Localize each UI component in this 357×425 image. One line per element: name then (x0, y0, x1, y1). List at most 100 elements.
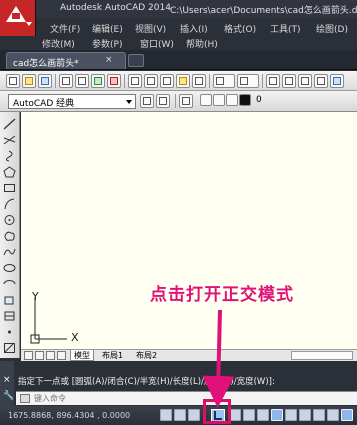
lineweight-icon[interactable] (313, 409, 325, 421)
close-icon[interactable]: × (3, 375, 11, 385)
revision-cloud-icon[interactable] (3, 230, 16, 242)
zoom-window-icon[interactable] (298, 74, 312, 88)
quick-properties-icon[interactable] (341, 409, 353, 421)
print-preview-icon[interactable] (75, 74, 89, 88)
ellipse-arc-icon[interactable] (3, 278, 16, 290)
layer-properties-icon[interactable] (179, 94, 193, 108)
tab-layout2[interactable]: 布局2 (133, 350, 160, 361)
tutorial-callout: 点击打开正交模式 (150, 285, 294, 305)
menu-bar: 文件(F) 编辑(E) 视图(V) 插入(I) 格式(O) 工具(T) 绘图(D… (36, 18, 357, 50)
horizontal-scrollbar[interactable] (291, 351, 353, 360)
point-icon[interactable] (3, 326, 16, 338)
menu-help[interactable]: 帮助(H) (186, 37, 218, 50)
tab-layout1[interactable]: 布局1 (99, 350, 126, 361)
draw-toolbar (0, 112, 20, 358)
block-editor-icon[interactable] (192, 74, 206, 88)
line-icon[interactable] (3, 118, 16, 130)
wrench-icon[interactable]: 🔧 (3, 391, 14, 401)
cut-icon[interactable] (128, 74, 142, 88)
circle-icon[interactable] (3, 214, 16, 226)
match-properties-icon[interactable] (176, 74, 190, 88)
infer-constraints-icon[interactable] (160, 409, 172, 421)
command-prompt-icon[interactable] (20, 394, 30, 403)
command-line: × 🔧 指定下一点或 [圆弧(A)/闭合(C)/半宽(H)/长度(L)/放弃(U… (0, 361, 357, 406)
new-drawing-tab-button[interactable] (128, 54, 144, 67)
dynamic-input-icon[interactable] (299, 409, 311, 421)
dynamic-ucs-icon[interactable] (285, 409, 297, 421)
drawing-canvas[interactable]: Y X (21, 112, 357, 349)
workspace-value: AutoCAD 经典 (13, 99, 75, 109)
redo-icon[interactable] (237, 74, 259, 88)
ellipse-icon[interactable] (3, 262, 16, 274)
ucs-y-label: Y (32, 290, 39, 303)
previous-layout-icon[interactable] (35, 351, 44, 360)
menu-tools[interactable]: 工具(T) (270, 22, 301, 35)
status-bar: 1675.8868, 896.4304 , 0.0000 (0, 406, 357, 425)
open-folder-icon[interactable] (22, 74, 36, 88)
layer-color-swatch (239, 94, 251, 106)
properties-icon[interactable] (330, 74, 344, 88)
command-line-gutter: × 🔧 (0, 361, 14, 406)
document-tab-bar: cad怎么画箭头* × (0, 50, 357, 70)
object-snap-icon[interactable] (243, 409, 255, 421)
make-block-icon[interactable] (3, 310, 16, 322)
ortho-highlight-box (203, 399, 231, 424)
print-icon[interactable] (59, 74, 73, 88)
document-tab[interactable]: cad怎么画箭头* × (6, 52, 126, 69)
grid-display-icon[interactable] (188, 409, 200, 421)
transparency-icon[interactable] (327, 409, 339, 421)
menu-window[interactable]: 窗口(W) (140, 37, 174, 50)
rectangle-icon[interactable] (3, 182, 16, 194)
document-tab-label: cad怎么画箭头* (13, 59, 79, 69)
next-layout-icon[interactable] (46, 351, 55, 360)
menu-insert[interactable]: 插入(I) (180, 22, 208, 35)
hatch-icon[interactable] (3, 342, 16, 354)
new-file-icon[interactable] (6, 74, 20, 88)
polygon-icon[interactable] (3, 166, 16, 178)
zoom-realtime-icon[interactable] (282, 74, 296, 88)
standard-toolbar (0, 71, 357, 91)
menu-edit[interactable]: 编辑(E) (92, 22, 123, 35)
lock-icon (226, 94, 238, 106)
construction-line-icon[interactable] (3, 134, 16, 146)
ucs-x-label: X (71, 331, 79, 344)
arc-icon[interactable] (3, 198, 16, 210)
chevron-down-icon (126, 100, 132, 104)
menu-modify[interactable]: 修改(M) (42, 37, 75, 50)
workspace-save-icon[interactable] (156, 94, 170, 108)
first-layout-icon[interactable] (24, 351, 33, 360)
object-snap-tracking-icon[interactable] (271, 409, 283, 421)
paste-icon[interactable] (160, 74, 174, 88)
last-layout-icon[interactable] (57, 351, 66, 360)
file-path: C:\Users\acer\Documents\cad怎么画箭头.dwg (170, 6, 357, 16)
menu-parametric[interactable]: 参数(P) (92, 37, 122, 50)
pan-icon[interactable] (266, 74, 280, 88)
save-icon[interactable] (38, 74, 52, 88)
copy-icon[interactable] (144, 74, 158, 88)
zoom-previous-icon[interactable] (314, 74, 328, 88)
menu-view[interactable]: 视图(V) (135, 22, 166, 35)
menu-draw[interactable]: 绘图(D) (316, 22, 348, 35)
application-menu-button[interactable] (0, 0, 36, 36)
title-bar: Autodesk AutoCAD 2014 C:\Users\acer\Docu… (0, 0, 357, 18)
3d-print-icon[interactable] (107, 74, 121, 88)
close-icon[interactable]: × (105, 55, 113, 65)
polyline-icon[interactable] (3, 150, 16, 162)
workspace-dropdown[interactable]: AutoCAD 经典 (8, 94, 136, 109)
menu-format[interactable]: 格式(O) (224, 22, 256, 35)
3d-object-snap-icon[interactable] (257, 409, 269, 421)
publish-icon[interactable] (91, 74, 105, 88)
snap-mode-icon[interactable] (174, 409, 186, 421)
undo-icon[interactable] (213, 74, 235, 88)
sun-icon (213, 94, 225, 106)
command-history: 指定下一点或 [圆弧(A)/闭合(C)/半宽(H)/长度(L)/放弃(U)/宽度… (18, 377, 275, 387)
command-input[interactable] (34, 392, 334, 405)
spline-icon[interactable] (3, 246, 16, 258)
layer-control[interactable]: 0 (200, 94, 262, 109)
cursor-coordinates: 1675.8868, 896.4304 , 0.0000 (8, 411, 131, 420)
tab-model[interactable]: 模型 (70, 350, 94, 361)
workspace-settings-icon[interactable] (140, 94, 154, 108)
insert-block-icon[interactable] (3, 294, 16, 306)
menu-file[interactable]: 文件(F) (50, 22, 80, 35)
app-title: Autodesk AutoCAD 2014 (60, 3, 171, 13)
